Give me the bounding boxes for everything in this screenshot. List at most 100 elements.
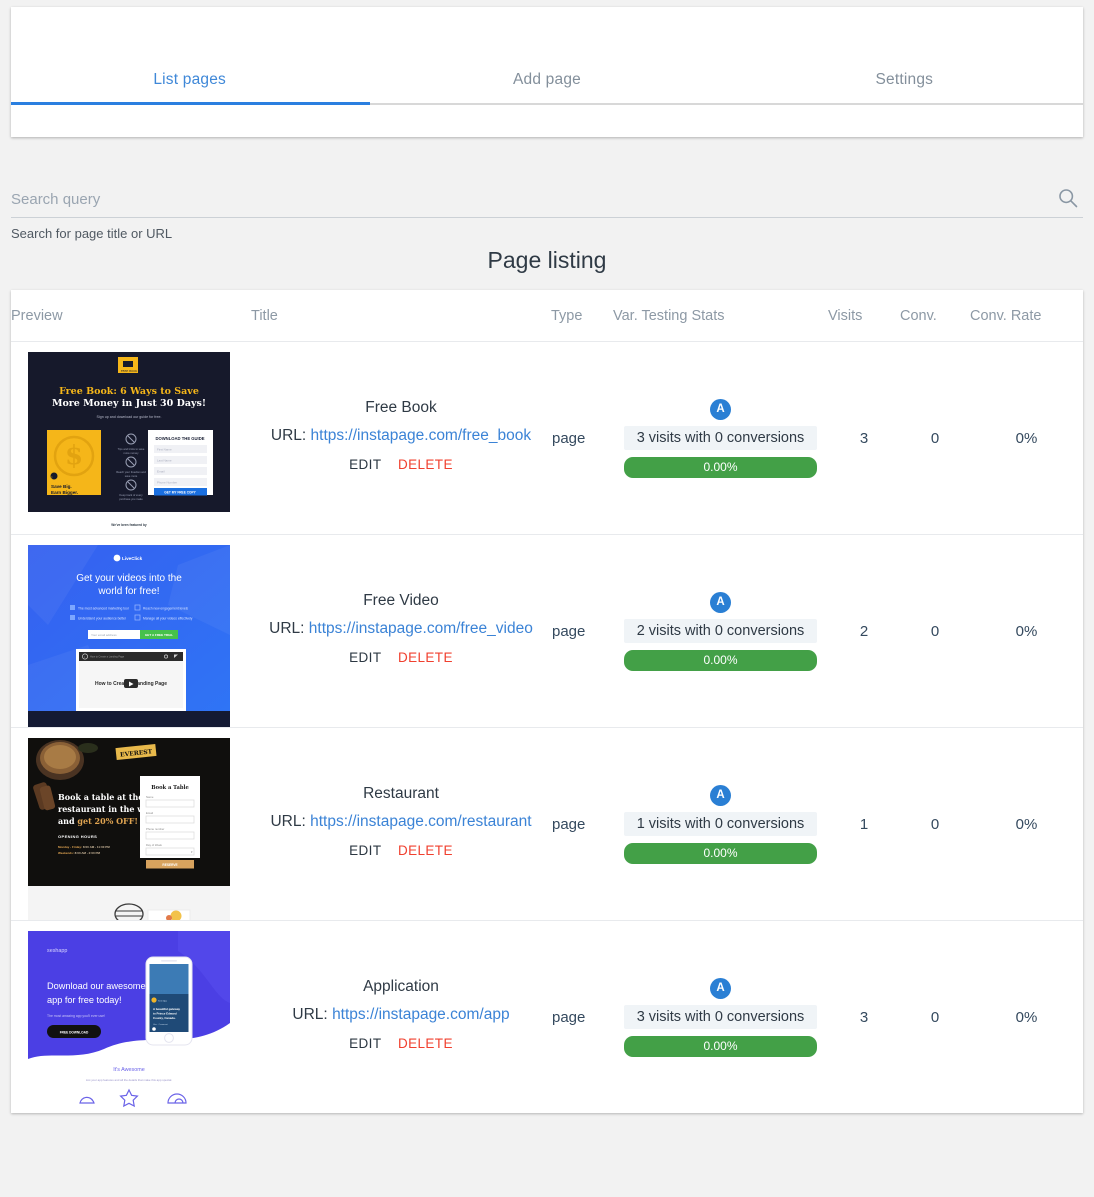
svg-text:Save Big.: Save Big. bbox=[51, 484, 72, 489]
svg-text:Email: Email bbox=[157, 470, 165, 474]
preview-cell: LiveClick Get your videos into the world… bbox=[11, 535, 251, 728]
preview-cell: FREE BOOK Free Book: 6 Ways to Save More… bbox=[11, 342, 251, 535]
conv-rate-cell: 0% bbox=[970, 921, 1083, 1114]
column-header-var-testing-stats: Var. Testing Stats bbox=[613, 290, 828, 342]
svg-text:Download our awesome: Download our awesome bbox=[47, 981, 146, 991]
svg-text:Like · Comment: Like · Comment bbox=[153, 1023, 168, 1026]
delete-button[interactable]: DELETE bbox=[398, 1036, 453, 1051]
svg-text:to Prince Edward: to Prince Edward bbox=[153, 1012, 177, 1016]
column-header-visits: Visits bbox=[828, 290, 900, 342]
conv-rate-cell: 0% bbox=[970, 535, 1083, 728]
row-url-link[interactable]: https://instapage.com/app bbox=[332, 1006, 510, 1023]
preview-thumbnail-restaurant[interactable]: EVEREST Book a table at the best restaur… bbox=[28, 738, 230, 920]
svg-text:Weekends: 8:00 AM - 2:00 PM: Weekends: 8:00 AM - 2:00 PM bbox=[58, 851, 101, 855]
tab-add-page[interactable]: Add page bbox=[368, 7, 725, 103]
svg-text:We've been featured by: We've been featured by bbox=[111, 523, 147, 527]
svg-text:DOWNLOAD THE GUIDE: DOWNLOAD THE GUIDE bbox=[155, 436, 204, 441]
row-url: URL: https://instapage.com/free_book bbox=[261, 422, 541, 449]
svg-text:List your app features and all: List your app features and all the detai… bbox=[86, 1078, 172, 1082]
search-input[interactable] bbox=[11, 190, 1011, 210]
conv-rate-cell: 0% bbox=[970, 342, 1083, 535]
delete-button[interactable]: DELETE bbox=[398, 457, 453, 472]
svg-text:The most amazing app you'll ev: The most amazing app you'll ever use! bbox=[47, 1014, 105, 1018]
edit-button[interactable]: EDIT bbox=[349, 1036, 381, 1051]
tab-list-pages[interactable]: List pages bbox=[11, 7, 368, 103]
variant-badge[interactable]: A bbox=[710, 978, 731, 999]
tab-add-page-label: Add page bbox=[513, 71, 581, 89]
variant-badge[interactable]: A bbox=[710, 399, 731, 420]
preview-cell: seshapp Download our awesome app for fre… bbox=[11, 921, 251, 1114]
variant-rate-bar: 0.00% bbox=[624, 650, 817, 671]
type-cell: page bbox=[551, 921, 613, 1114]
page-listing-card: Preview Title Type Var. Testing Stats Vi… bbox=[11, 290, 1083, 1113]
svg-text:Manage all your videos effecti: Manage all your videos effectively bbox=[143, 617, 193, 621]
tab-active-indicator bbox=[11, 102, 370, 105]
variant-stat-text: 2 visits with 0 conversions bbox=[624, 619, 817, 643]
svg-text:$: $ bbox=[65, 441, 83, 471]
row-url: URL: https://instapage.com/app bbox=[261, 1001, 541, 1028]
url-label: URL: bbox=[269, 620, 304, 637]
svg-text:FREE BOOK: FREE BOOK bbox=[121, 369, 138, 373]
svg-text:Phone Number: Phone Number bbox=[157, 481, 177, 485]
row-page-title: Free Video bbox=[261, 588, 541, 614]
table-row: LiveClick Get your videos into the world… bbox=[11, 535, 1083, 728]
svg-text:County, Canada.: County, Canada. bbox=[153, 1016, 176, 1020]
svg-text:It's Awesome: It's Awesome bbox=[113, 1067, 145, 1073]
search-section: Search for page title or URL bbox=[11, 190, 1083, 241]
svg-text:How to Create a Landing Page: How to Create a Landing Page bbox=[90, 656, 125, 659]
type-cell: page bbox=[551, 342, 613, 535]
row-url: URL: https://instapage.com/free_video bbox=[261, 615, 541, 642]
svg-text:RESERVE: RESERVE bbox=[162, 863, 177, 867]
row-actions: EDIT DELETE bbox=[261, 642, 541, 674]
variant-badge[interactable]: A bbox=[710, 592, 731, 613]
preview-thumbnail-free-book[interactable]: FREE BOOK Free Book: 6 Ways to Save More… bbox=[28, 352, 230, 534]
svg-text:OPENING HOURS: OPENING HOURS bbox=[58, 834, 97, 839]
row-url-link[interactable]: https://instapage.com/free_book bbox=[311, 427, 532, 444]
conv-cell: 0 bbox=[900, 921, 970, 1114]
var-stats-cell: A 3 visits with 0 conversions 0.00% bbox=[613, 921, 828, 1114]
column-header-type: Type bbox=[551, 290, 613, 342]
conv-cell: 0 bbox=[900, 728, 970, 921]
variant-stats-box: A 3 visits with 0 conversions 0.00% bbox=[624, 399, 817, 478]
column-header-preview: Preview bbox=[11, 290, 251, 342]
conv-cell: 0 bbox=[900, 342, 970, 535]
column-header-conv-rate: Conv. Rate bbox=[970, 290, 1083, 342]
svg-text:world for free!: world for free! bbox=[97, 586, 159, 597]
delete-button[interactable]: DELETE bbox=[398, 650, 453, 665]
visits-cell: 1 bbox=[828, 728, 900, 921]
edit-button[interactable]: EDIT bbox=[349, 650, 381, 665]
variant-badge[interactable]: A bbox=[710, 785, 731, 806]
svg-text:More Money in Just 30 Days!: More Money in Just 30 Days! bbox=[52, 398, 206, 409]
conv-cell: 0 bbox=[900, 535, 970, 728]
tab-bar: List pages Add page Settings bbox=[11, 7, 1083, 103]
delete-button[interactable]: DELETE bbox=[398, 843, 453, 858]
svg-text:Tips and tricks to save: Tips and tricks to save bbox=[118, 447, 145, 451]
search-field-row bbox=[11, 190, 1083, 218]
url-label: URL: bbox=[271, 427, 306, 444]
svg-text:Get your videos into the: Get your videos into the bbox=[76, 573, 182, 584]
svg-text:Keep track of every: Keep track of every bbox=[119, 493, 143, 497]
svg-text:GET A FREE TRIAL: GET A FREE TRIAL bbox=[145, 633, 173, 637]
tab-settings[interactable]: Settings bbox=[726, 7, 1083, 103]
edit-button[interactable]: EDIT bbox=[349, 457, 381, 472]
row-page-title: Free Book bbox=[261, 395, 541, 421]
edit-button[interactable]: EDIT bbox=[349, 843, 381, 858]
svg-text:Understand your audience bette: Understand your audience better bbox=[78, 617, 127, 621]
preview-thumbnail-free-video[interactable]: LiveClick Get your videos into the world… bbox=[28, 545, 230, 727]
row-url-link[interactable]: https://instapage.com/restaurant bbox=[310, 813, 531, 830]
variant-rate-bar: 0.00% bbox=[624, 457, 817, 478]
table-row: EVEREST Book a table at the best restaur… bbox=[11, 728, 1083, 921]
row-url-link[interactable]: https://instapage.com/free_video bbox=[309, 620, 533, 637]
svg-text:Phone number: Phone number bbox=[146, 827, 164, 831]
preview-cell: EVEREST Book a table at the best restaur… bbox=[11, 728, 251, 921]
visits-cell: 2 bbox=[828, 535, 900, 728]
type-cell: page bbox=[551, 728, 613, 921]
svg-text:save more: save more bbox=[125, 474, 138, 478]
search-icon[interactable] bbox=[1057, 187, 1079, 209]
svg-text:A beautiful gateway: A beautiful gateway bbox=[153, 1007, 180, 1011]
preview-thumbnail-application[interactable]: seshapp Download our awesome app for fre… bbox=[28, 931, 230, 1113]
svg-text:Reach your freedom and: Reach your freedom and bbox=[116, 470, 146, 474]
svg-text:app for free today!: app for free today! bbox=[47, 995, 122, 1005]
svg-text:Your email address: Your email address bbox=[91, 633, 117, 637]
title-cell: Restaurant URL: https://instapage.com/re… bbox=[251, 728, 551, 921]
